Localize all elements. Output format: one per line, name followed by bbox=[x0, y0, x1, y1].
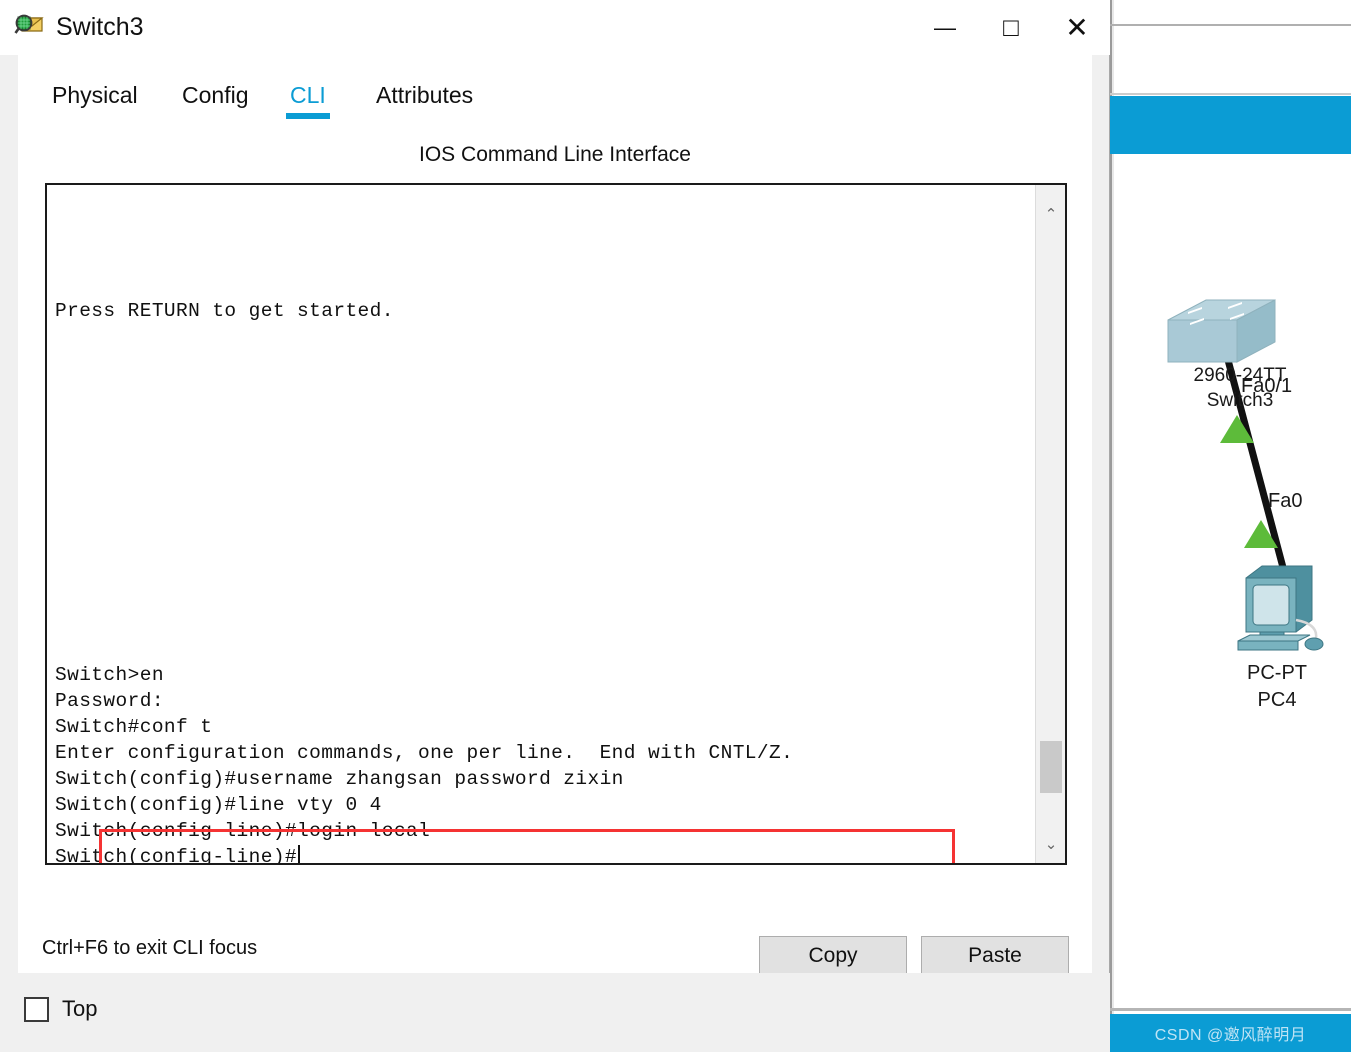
packet-tracer-workspace: 2960-24TT Switch3 Fa0/1 Fa0 PC-PT PC4 CS… bbox=[1110, 0, 1351, 1052]
top-checkbox[interactable] bbox=[24, 996, 49, 1022]
close-icon: ✕ bbox=[1065, 12, 1089, 43]
dialog-titlebar: Switch3 — □ ✕ bbox=[0, 0, 1110, 55]
minimize-icon: — bbox=[934, 14, 956, 40]
pc-name: PC4 bbox=[1257, 689, 1297, 711]
paste-button[interactable]: Paste bbox=[921, 936, 1069, 976]
pc-model: PC-PT bbox=[1247, 662, 1307, 684]
csdn-watermark: CSDN @邀风醉明月 bbox=[1154, 1027, 1307, 1044]
copy-button[interactable]: Copy bbox=[759, 936, 907, 976]
paste-button-label: Paste bbox=[968, 944, 1022, 967]
tab-cli[interactable]: CLI bbox=[284, 75, 332, 123]
switch-icon[interactable] bbox=[1167, 299, 1276, 363]
cli-intro-line: Press RETURN to get started. bbox=[55, 300, 394, 322]
switch-label: 2960-24TT Switch3 bbox=[1160, 363, 1320, 413]
top-checkbox-row[interactable]: Top bbox=[24, 996, 97, 1022]
cli-focus-hint: Ctrl+F6 to exit CLI focus bbox=[42, 937, 258, 959]
top-checkbox-label: Top bbox=[62, 996, 98, 1021]
dialog-body: Physical Config CLI Attributes IOS Comma… bbox=[18, 55, 1092, 976]
dialog-footer: Top bbox=[0, 973, 1110, 1052]
device-dialog: Switch3 — □ ✕ Physical Config CLI Attrib… bbox=[0, 0, 1110, 1052]
switch-port-label: Fa0/1 bbox=[1241, 375, 1293, 397]
cli-caret bbox=[298, 845, 301, 863]
maximize-icon: □ bbox=[1003, 12, 1019, 42]
scroll-down-icon[interactable]: ⌄ bbox=[1036, 827, 1065, 861]
screen: 2960-24TT Switch3 Fa0/1 Fa0 PC-PT PC4 CS… bbox=[0, 0, 1351, 1052]
tab-physical[interactable]: Physical bbox=[46, 75, 144, 123]
cli-terminal[interactable]: Press RETURN to get started. Switch>en P… bbox=[45, 183, 1067, 865]
cli-heading: IOS Command Line Interface bbox=[419, 143, 691, 166]
pc-port-label: Fa0 bbox=[1268, 490, 1303, 512]
tab-attributes[interactable]: Attributes bbox=[370, 75, 479, 123]
maximize-button[interactable]: □ bbox=[978, 0, 1044, 55]
cli-scrollbar[interactable]: ⌃ ⌄ bbox=[1035, 185, 1065, 863]
network-topology bbox=[1167, 299, 1324, 651]
tab-physical-label: Physical bbox=[52, 82, 138, 108]
tab-cli-label: CLI bbox=[290, 82, 326, 108]
minimize-button[interactable]: — bbox=[912, 0, 978, 55]
copy-button-label: Copy bbox=[808, 944, 858, 967]
tab-attributes-label: Attributes bbox=[376, 82, 474, 108]
tab-config-label: Config bbox=[182, 82, 249, 108]
scrollbar-thumb[interactable] bbox=[1040, 741, 1062, 793]
pc-label: PC-PT PC4 bbox=[1202, 660, 1351, 714]
workspace-footer-divider bbox=[1110, 1008, 1351, 1011]
pc-icon[interactable] bbox=[1237, 565, 1324, 651]
cli-session-text: Switch>en Password: Switch#conf t Enter … bbox=[55, 664, 794, 865]
close-button[interactable]: ✕ bbox=[1044, 0, 1110, 55]
tab-bar: Physical Config CLI Attributes bbox=[18, 75, 1092, 123]
cli-session-lines: Switch>en Password: Switch#conf t Enter … bbox=[55, 662, 794, 865]
tab-config[interactable]: Config bbox=[176, 75, 254, 123]
cli-output: Press RETURN to get started. Switch>en P… bbox=[55, 185, 1015, 865]
window-controls: — □ ✕ bbox=[912, 0, 1110, 55]
window-title: Switch3 bbox=[56, 13, 144, 41]
scroll-up-icon[interactable]: ⌃ bbox=[1036, 197, 1065, 231]
inspect-envelope-icon bbox=[14, 13, 44, 43]
